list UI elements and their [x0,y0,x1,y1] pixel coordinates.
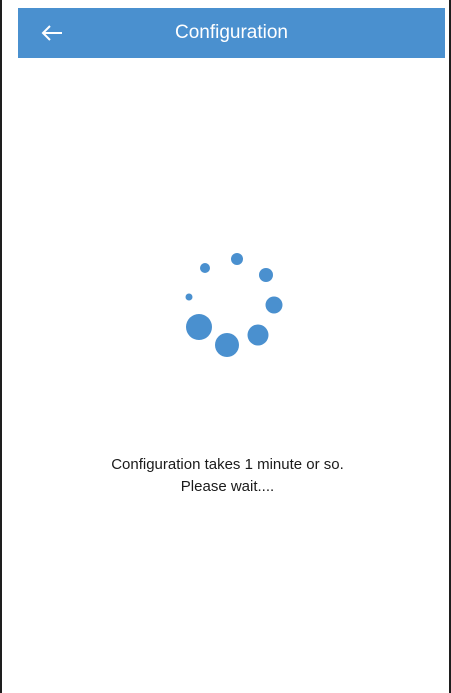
app-screen: Configuration Configuration takes 1 minu… [0,0,451,693]
loading-spinner-icon [185,253,283,357]
status-message: Configuration takes 1 minute or so. [111,456,344,473]
status-wait-message: Please wait.... [180,478,275,495]
arrow-left-icon [41,25,62,41]
app-bar: Configuration [18,8,445,58]
spinner-dot [215,333,239,357]
spinner-dot [265,296,283,314]
page-title: Configuration [174,22,289,43]
spinner-dot [185,293,193,301]
spinner-dot [247,324,269,346]
spinner-dot [259,268,273,282]
spinner-dot [186,314,212,340]
spinner-dot [231,253,243,265]
back-button[interactable] [30,8,74,58]
spinner-dot [200,263,210,273]
